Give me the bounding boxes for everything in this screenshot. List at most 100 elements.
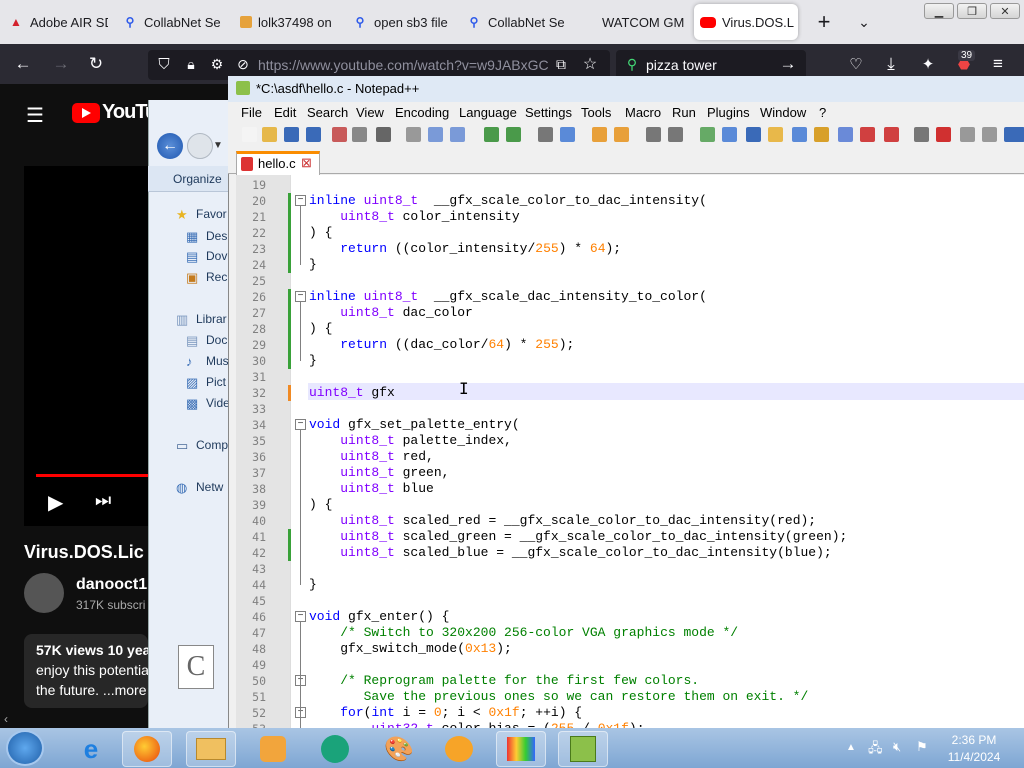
code-line[interactable]: gfx_switch_mode(0x13); xyxy=(309,641,512,657)
clock-time[interactable]: 2:36 PM xyxy=(946,733,1002,747)
menu-search[interactable]: Search xyxy=(307,105,348,120)
zoom-in-icon[interactable] xyxy=(592,127,607,142)
code-line[interactable]: uint8_t scaled_red = __gfx_scale_color_t… xyxy=(309,513,816,529)
organize-button[interactable]: Organize xyxy=(173,172,222,186)
code-line[interactable]: ) { xyxy=(309,225,332,241)
menu-macro[interactable]: Macro xyxy=(625,105,661,120)
explorer-nav-item[interactable]: Pict xyxy=(206,375,228,389)
menu-edit[interactable]: Edit xyxy=(274,105,296,120)
restore-button[interactable]: ❐ xyxy=(957,3,987,19)
run-multiple-icon[interactable] xyxy=(960,127,975,142)
menu-tools[interactable]: Tools xyxy=(581,105,611,120)
explorer-nav-item[interactable]: Favor xyxy=(196,207,228,221)
code-line[interactable]: inline uint8_t __gfx_scale_dac_intensity… xyxy=(309,289,707,305)
code-line[interactable]: /* Switch to 320x200 256-color VGA graph… xyxy=(309,625,738,641)
new-file-icon[interactable] xyxy=(242,127,257,142)
code-line[interactable]: uint8_t blue xyxy=(309,481,434,497)
browser-tab-2[interactable]: ⚲ CollabNet Se xyxy=(122,4,226,40)
code-line[interactable]: } xyxy=(309,257,317,273)
vmware-icon[interactable] xyxy=(310,731,360,767)
undo-icon[interactable] xyxy=(484,127,499,142)
pocket-icon[interactable]: ♡ xyxy=(846,54,866,74)
code-line[interactable]: uint8_t gfx xyxy=(309,385,395,401)
replace-icon[interactable] xyxy=(560,127,575,142)
bookmark-star-icon[interactable]: ☆ xyxy=(580,54,600,74)
explorer-nav-item[interactable]: Vide xyxy=(206,396,228,410)
close-tab-icon[interactable]: ⊠ xyxy=(301,155,312,171)
clock-date[interactable]: 11/4/2024 xyxy=(946,750,1002,764)
save-all-icon[interactable] xyxy=(306,127,321,142)
save-icon[interactable] xyxy=(284,127,299,142)
doc-map-icon[interactable] xyxy=(792,127,807,142)
menu-language[interactable]: Language xyxy=(459,105,517,120)
scratch-icon[interactable] xyxy=(434,731,484,767)
code-line[interactable]: } xyxy=(309,577,317,593)
code-line[interactable]: uint8_t dac_color xyxy=(309,305,473,321)
redo-icon[interactable] xyxy=(506,127,521,142)
explorer-nav-item[interactable]: Doc xyxy=(206,333,228,347)
code-line[interactable]: ) { xyxy=(309,321,332,337)
code-line[interactable]: void gfx_set_palette_entry( xyxy=(309,417,520,433)
print-icon[interactable] xyxy=(376,127,391,142)
menu-help[interactable]: ? xyxy=(819,105,826,120)
forward-arrow-icon[interactable]: → xyxy=(51,54,71,74)
new-tab-button[interactable]: + xyxy=(809,6,839,38)
code-line[interactable]: return ((color_intensity/255) * 64); xyxy=(309,241,621,257)
explorer-nav-item[interactable]: Netw xyxy=(196,480,228,494)
record-macro-icon[interactable] xyxy=(884,127,899,142)
winamp-icon[interactable] xyxy=(496,731,546,767)
minimize-button[interactable]: ▁ xyxy=(924,3,954,19)
action-center-icon[interactable]: ⚑ xyxy=(916,739,928,755)
copy-icon[interactable] xyxy=(428,127,443,142)
word-wrap-icon[interactable] xyxy=(700,127,715,142)
hamburger-menu-icon[interactable]: ≡ xyxy=(988,54,1008,74)
search-go-arrow-icon[interactable]: → xyxy=(778,54,798,74)
autoplay-blocked-icon[interactable]: ⊘ xyxy=(233,54,253,74)
download-icon[interactable]: ⤓ xyxy=(881,54,901,74)
video-progress-bar[interactable] xyxy=(36,474,148,477)
code-line[interactable]: inline uint8_t __gfx_scale_color_to_dac_… xyxy=(309,193,707,209)
media-player-icon[interactable] xyxy=(248,731,298,767)
close-window-button[interactable]: ✕ xyxy=(990,3,1020,19)
menu-plugins[interactable]: Plugins xyxy=(707,105,750,120)
screenshot-icon[interactable]: ⧉ xyxy=(551,54,571,74)
firefox-taskbar-icon[interactable] xyxy=(122,731,172,767)
code-line[interactable]: uint8_t green, xyxy=(309,465,449,481)
tray-expand-icon[interactable]: ▲ xyxy=(846,742,856,753)
zoom-out-icon[interactable] xyxy=(614,127,629,142)
more-icon[interactable] xyxy=(1010,127,1024,142)
browser-tab-3[interactable]: lolk37498 on xyxy=(240,4,338,40)
code-line[interactable]: uint8_t red, xyxy=(309,449,434,465)
fold-toggle-icon[interactable]: − xyxy=(295,291,306,302)
function-list-icon[interactable] xyxy=(814,127,829,142)
start-button-icon[interactable] xyxy=(6,730,44,766)
file-tab-hello-c[interactable]: hello.c ⊠ xyxy=(236,151,320,175)
explorer-nav-item[interactable]: Rec xyxy=(206,270,228,284)
all-chars-icon[interactable] xyxy=(722,127,737,142)
code-line[interactable]: } xyxy=(309,353,317,369)
fold-toggle-icon[interactable]: − xyxy=(295,195,306,206)
tab-list-chevron-icon[interactable]: ⌄ xyxy=(851,8,877,36)
close-all-icon[interactable] xyxy=(352,127,367,142)
code-line[interactable]: /* Reprogram palette for the first few c… xyxy=(309,673,699,689)
code-line[interactable]: uint8_t color_intensity xyxy=(309,209,519,225)
menu-view[interactable]: View xyxy=(356,105,384,120)
channel-name[interactable]: danooct1 xyxy=(76,576,147,594)
permissions-icon[interactable]: ⚙ xyxy=(207,54,227,74)
sync-h-icon[interactable] xyxy=(668,127,683,142)
explorer-nav-item[interactable]: Des xyxy=(206,229,228,243)
menu-settings[interactable]: Settings xyxy=(525,105,572,120)
browser-tab-6[interactable]: WATCOM GML xyxy=(580,4,684,40)
reload-icon[interactable]: ↻ xyxy=(86,54,106,74)
search-text[interactable]: pizza tower xyxy=(646,57,717,73)
back-arrow-icon[interactable]: ← xyxy=(13,54,33,74)
play-macro-icon[interactable] xyxy=(936,127,951,142)
lock-icon[interactable]: 🔒︎ xyxy=(181,54,201,74)
volume-muted-icon[interactable]: 🔇︎ xyxy=(893,739,901,755)
code-line[interactable]: void gfx_enter() { xyxy=(309,609,449,625)
c-file-icon[interactable]: C xyxy=(178,645,214,689)
code-line[interactable]: uint8_t scaled_green = __gfx_scale_color… xyxy=(309,529,847,545)
browser-tab-7[interactable]: Virus.DOS.L✕ xyxy=(694,4,798,40)
shield-icon[interactable]: ⛉ xyxy=(154,54,174,74)
sync-v-icon[interactable] xyxy=(646,127,661,142)
